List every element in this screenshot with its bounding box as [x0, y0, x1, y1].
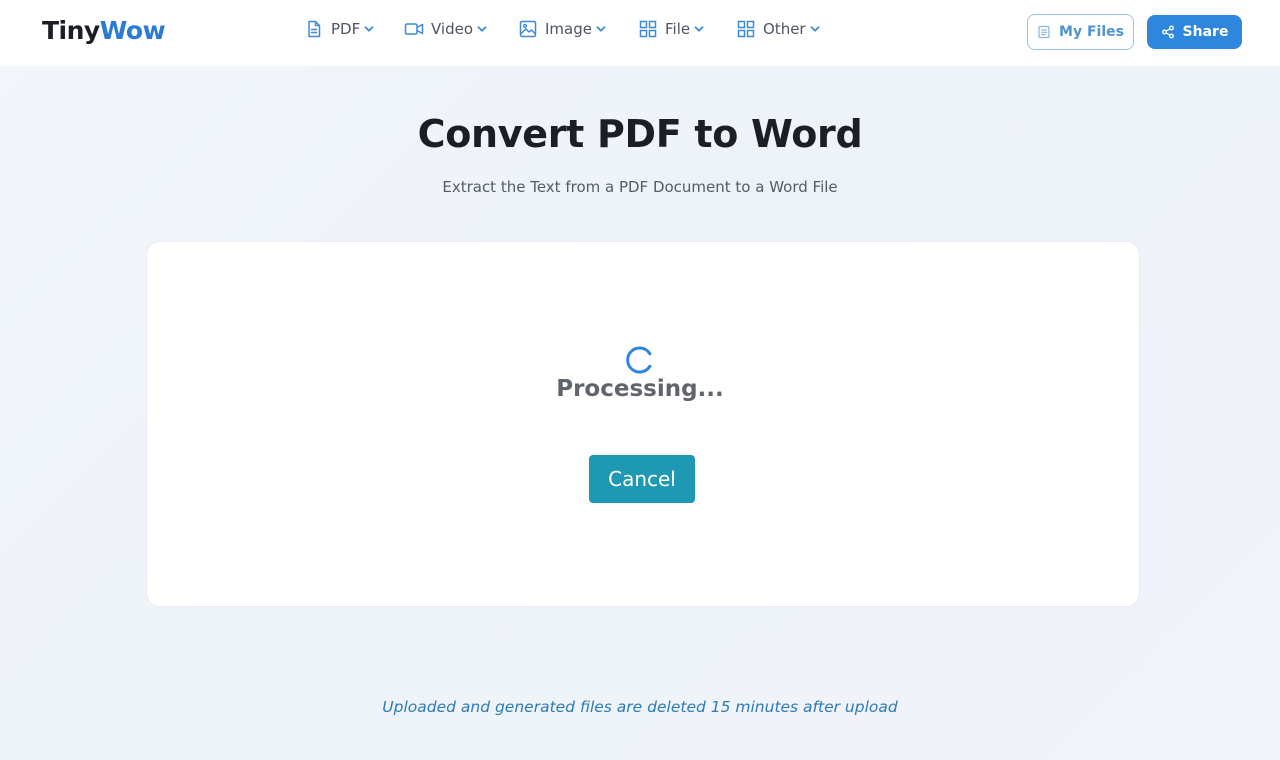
loading-spinner-icon	[626, 346, 652, 374]
processing-card	[146, 241, 1140, 607]
share-label: Share	[1182, 24, 1229, 40]
share-button[interactable]: Share	[1147, 15, 1242, 49]
cancel-button[interactable]: Cancel	[589, 455, 695, 503]
processing-status: Processing...	[556, 376, 724, 402]
page-subtitle: Extract the Text from a PDF Document to …	[442, 178, 838, 196]
share-icon	[1161, 25, 1174, 39]
nav-item-image[interactable]: Image	[518, 17, 606, 41]
nav-item-label: File	[665, 20, 691, 38]
logo-text-part2: Wow	[99, 16, 166, 45]
chevron-down-icon	[694, 26, 704, 32]
nav-item-other[interactable]: Other	[736, 17, 820, 41]
image-icon	[519, 20, 537, 38]
nav-item-label: Image	[545, 20, 592, 38]
file-deletion-note: Uploaded and generated files are deleted…	[382, 698, 898, 716]
nav-item-video[interactable]: Video	[404, 17, 487, 41]
document-icon	[1038, 25, 1050, 39]
grid-icon	[737, 20, 755, 38]
nav-item-label: Video	[431, 20, 474, 38]
page-title: Convert PDF to Word	[417, 112, 863, 156]
top-header: TinyWow PDF Video Image File Other My Fi…	[0, 0, 1280, 66]
my-files-label: My Files	[1059, 24, 1124, 40]
my-files-button[interactable]: My Files	[1027, 14, 1134, 50]
tinywow-logo[interactable]: TinyWow	[42, 16, 166, 45]
nav-item-label: PDF	[331, 20, 361, 38]
chevron-down-icon	[364, 26, 374, 32]
chevron-down-icon	[596, 26, 606, 32]
logo-text-part1: Tiny	[42, 16, 100, 45]
grid-icon	[639, 20, 657, 38]
nav-item-file[interactable]: File	[638, 17, 704, 41]
video-camera-icon	[404, 23, 424, 35]
nav-item-label: Other	[763, 20, 806, 38]
pdf-file-icon	[308, 20, 321, 38]
nav-item-pdf[interactable]: PDF	[304, 17, 374, 41]
chevron-down-icon	[477, 26, 487, 32]
chevron-down-icon	[810, 26, 819, 32]
